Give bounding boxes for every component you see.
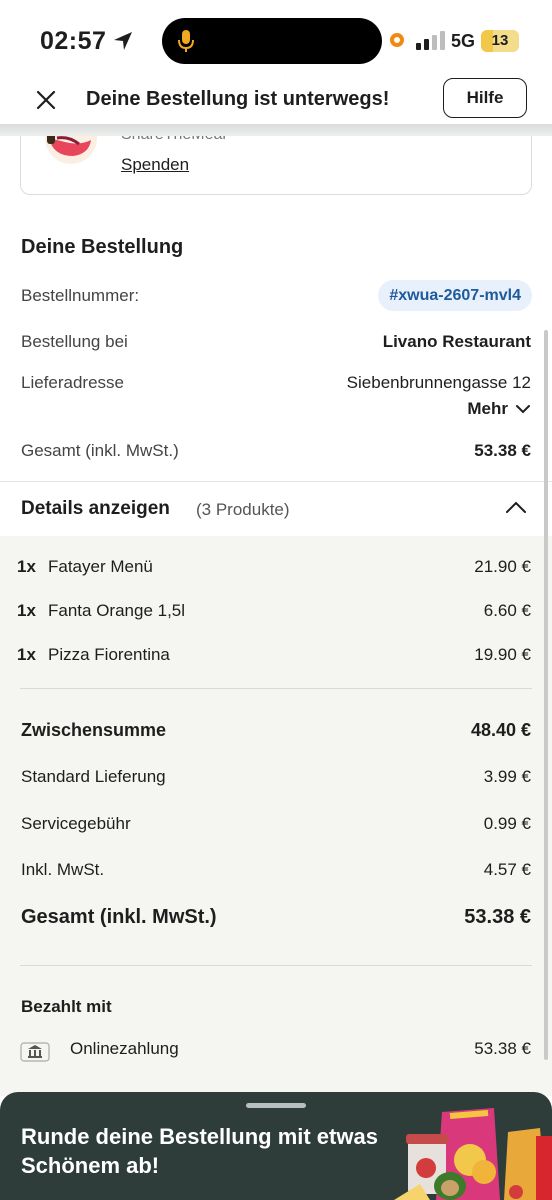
divider [20, 965, 532, 966]
sheet-grabber-handle[interactable] [246, 1103, 306, 1108]
restaurant-label: Bestellung bei [21, 332, 128, 351]
delivery-row: Standard Lieferung 3.99 € [0, 767, 552, 797]
status-bar: 02:57 5G 13 [0, 0, 552, 80]
item-quantity: 1x [17, 557, 36, 576]
subtotal-value: 48.40 € [470, 720, 531, 740]
total-label: Gesamt (inkl. MwSt.) [21, 441, 179, 460]
nav-divider [0, 124, 552, 136]
total-value: 53.38 € [474, 441, 531, 460]
subtotal-label: Zwischensumme [21, 720, 167, 740]
paid-with-label: Bezahlt mit [21, 997, 112, 1016]
help-button[interactable]: Hilfe [443, 78, 527, 118]
payment-method-row: Onlinezahlung 53.38 € [0, 1039, 552, 1069]
order-number-badge: #xwua-2607-mvl4 [378, 280, 532, 311]
details-count: (3 Produkte) [196, 500, 290, 519]
status-time: 02:57 [40, 27, 107, 55]
delivery-label: Standard Lieferung [21, 767, 166, 786]
battery-icon: 13 [481, 30, 519, 52]
chevron-up-icon [506, 501, 526, 513]
grand-total-value: 53.38 € [464, 906, 531, 928]
subtotal-row: Zwischensumme 48.40 € [0, 720, 552, 750]
order-heading: Deine Bestellung [21, 236, 184, 258]
recording-indicator-icon [390, 33, 404, 47]
restaurant-name: Livano Restaurant [382, 332, 531, 351]
close-icon[interactable] [34, 88, 58, 112]
item-name: Fanta Orange 1,5l [48, 601, 186, 620]
donate-link[interactable]: Spenden [121, 155, 189, 175]
delivery-value: 3.99 € [483, 767, 531, 786]
list-item: 1x Fanta Orange 1,5l 6.60 € [0, 601, 552, 631]
details-title: Details anzeigen [21, 498, 170, 519]
address-value: Siebenbrunnengasse 12 [346, 373, 531, 392]
list-item: 1x Fatayer Menü 21.90 € [0, 557, 552, 587]
details-toggle[interactable]: Details anzeigen (3 Produkte) [0, 482, 552, 536]
divider [20, 688, 532, 689]
microphone-icon [178, 30, 194, 52]
battery-percentage: 13 [491, 32, 509, 49]
service-fee-row: Servicegebühr 0.99 € [0, 814, 552, 844]
item-quantity: 1x [17, 601, 36, 620]
payment-method: Onlinezahlung [70, 1039, 179, 1058]
order-details-panel: 1x Fatayer Menü 21.90 € 1x Fanta Orange … [0, 536, 552, 1096]
more-label: Mehr [467, 399, 508, 418]
grand-total-label: Gesamt (inkl. MwSt.) [21, 906, 217, 928]
chevron-down-icon [516, 405, 530, 414]
location-arrow-icon [114, 32, 132, 50]
network-type: 5G [451, 31, 476, 51]
top-navigation: Deine Bestellung ist unterwegs! Hilfe [0, 78, 552, 126]
item-name: Pizza Fiorentina [48, 645, 170, 664]
upsell-bottom-sheet[interactable]: Runde deine Bestellung mit etwas Schönem… [0, 1092, 552, 1200]
service-fee-value: 0.99 € [483, 814, 531, 833]
vat-value: 4.57 € [483, 860, 531, 879]
list-item: 1x Pizza Fiorentina 19.90 € [0, 645, 552, 675]
vat-label: Inkl. MwSt. [21, 860, 105, 879]
vat-row: Inkl. MwSt. 4.57 € [0, 860, 552, 890]
item-name: Fatayer Menü [48, 557, 153, 576]
item-price: 19.90 € [474, 645, 531, 664]
bank-icon [20, 1042, 50, 1062]
order-number-label: Bestellnummer: [21, 286, 140, 305]
paid-with-row: Bezahlt mit [0, 997, 552, 1027]
signal-strength-icon [416, 31, 445, 50]
grand-total-row: Gesamt (inkl. MwSt.) 53.38 € [0, 906, 552, 936]
more-button[interactable]: Mehr [467, 399, 530, 419]
service-fee-label: Servicegebühr [21, 814, 131, 833]
item-quantity: 1x [17, 645, 36, 664]
item-price: 21.90 € [474, 557, 531, 576]
page-title: Deine Bestellung ist unterwegs! [86, 88, 390, 110]
address-label: Lieferadresse [21, 373, 125, 392]
upsell-text: Runde deine Bestellung mit etwas Schönem… [21, 1124, 378, 1178]
payment-amount: 53.38 € [474, 1039, 531, 1058]
item-price: 6.60 € [483, 601, 531, 620]
snacks-illustration-icon [394, 1108, 552, 1200]
scrollbar[interactable] [544, 330, 548, 1060]
